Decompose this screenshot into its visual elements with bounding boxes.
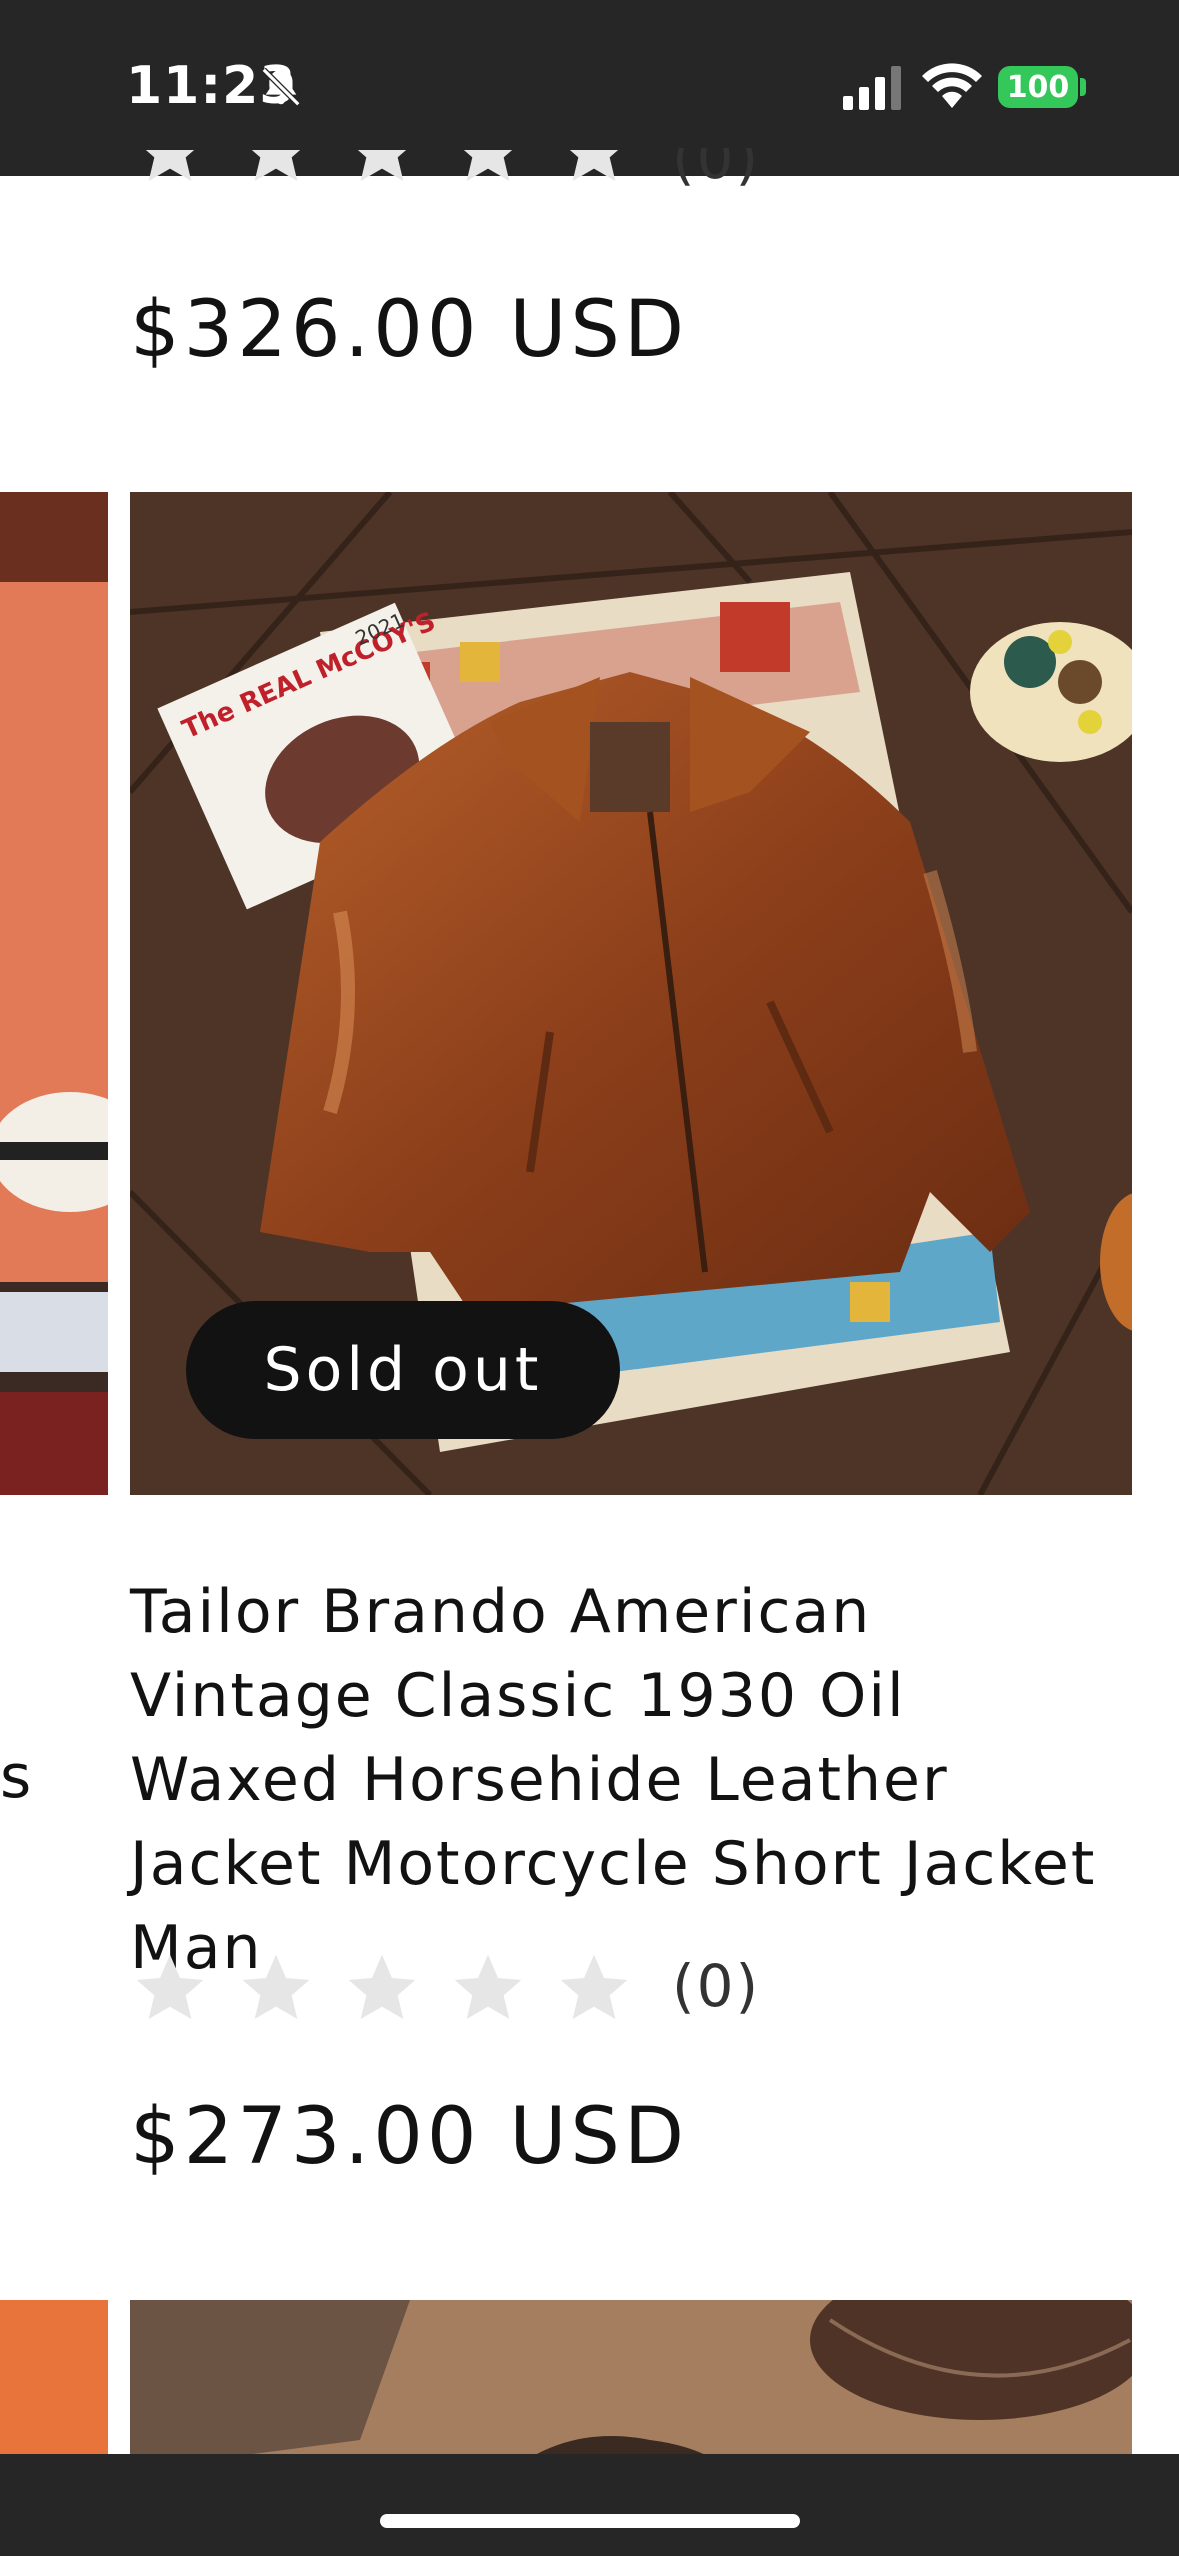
left-next-image[interactable] (0, 2300, 108, 2454)
wifi-icon (922, 63, 982, 108)
star-icon (130, 150, 236, 220)
previous-review-count: (0) (672, 148, 761, 192)
left-product-title-fragment[interactable]: s (0, 1742, 31, 1812)
left-product-image[interactable] (0, 492, 108, 1495)
star-icon (342, 150, 448, 220)
star-icon (554, 1948, 660, 2028)
battery-nub (1080, 78, 1086, 96)
sold-out-badge: Sold out (186, 1301, 620, 1439)
star-icon (448, 1948, 554, 2028)
star-icon (342, 1948, 448, 2028)
previous-price: $326.00 USD (130, 285, 689, 375)
product-review-count: (0) (672, 1952, 761, 2020)
home-bar-area (0, 2454, 1179, 2556)
previous-rating-stars (130, 150, 660, 220)
battery-icon: 100 (998, 66, 1078, 108)
star-icon (448, 150, 554, 220)
bell-slash-icon (261, 67, 301, 107)
signal-icon (843, 66, 901, 110)
product-title[interactable]: Tailor Brando American Vintage Classic 1… (130, 1570, 1130, 1990)
home-indicator[interactable] (380, 2514, 800, 2528)
product-price: $273.00 USD (130, 2092, 689, 2182)
star-icon (130, 1948, 236, 2028)
star-icon (554, 150, 660, 220)
star-icon (236, 150, 342, 220)
star-icon (236, 1948, 342, 2028)
product-rating-stars (130, 1948, 660, 2028)
